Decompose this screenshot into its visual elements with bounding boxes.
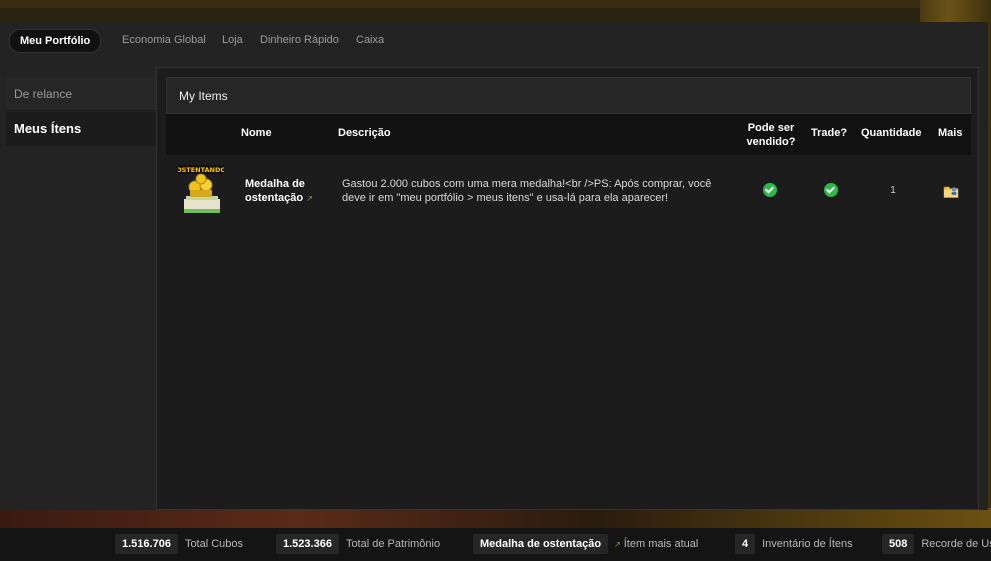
stat-label: Total Cubos [184, 538, 244, 550]
stat-item-mais-atual: Medalha de ostentação ↗ Ítem mais atual [473, 534, 698, 554]
stat-inventario-itens: 4 Inventário de Ítens [735, 534, 853, 554]
column-header-descricao: Descrição [338, 127, 391, 139]
column-header-nome: Nome [241, 127, 272, 139]
column-header-trade: Trade? [811, 127, 848, 139]
top-navigation: Meu Portfólio Economia Global Loja Dinhe… [0, 22, 988, 58]
column-header-quantidade: Quantidade [861, 127, 922, 139]
trade-check-icon [824, 183, 838, 197]
stat-total-cubos: 1.516.706 Total Cubos [115, 534, 243, 554]
nav-tab-dinheiro-rapido[interactable]: Dinheiro Rápido [260, 29, 339, 51]
sellable-check-icon [763, 183, 777, 197]
table-header: Nome Descrição Pode ser vendido? Trade? … [166, 114, 971, 155]
sidebar: De relance Meus Ítens [6, 77, 156, 147]
external-link-icon[interactable]: ↗ [614, 540, 621, 549]
background-top [0, 0, 991, 8]
item-description: Gastou 2.000 cubos com uma mera medalha!… [342, 178, 712, 204]
item-name[interactable]: Medalha de ostentação ↗ [245, 177, 335, 206]
sidebar-item-de-relance[interactable]: De relance [6, 77, 156, 111]
stats-footer: 1.516.706 Total Cubos 1.523.366 Total de P… [0, 528, 991, 561]
stat-value: 508 [882, 534, 915, 554]
external-link-icon[interactable]: ↗ [306, 194, 313, 203]
stat-recorde: 508 Recorde de Us [882, 534, 991, 554]
folder-user-icon[interactable] [943, 184, 959, 198]
column-header-mais: Mais [938, 127, 963, 139]
nav-tab-caixa[interactable]: Caixa [356, 29, 384, 51]
table-row: OSTENTANDO Medalha de ostentação ↗ Gasto… [166, 155, 971, 227]
nav-tab-meu-portfolio[interactable]: Meu Portfólio [9, 29, 102, 53]
nav-tab-loja[interactable]: Loja [222, 29, 243, 51]
column-header-pode-ser-vendido: Pode ser vendido? [746, 122, 796, 148]
stat-value: 1.523.366 [276, 534, 339, 554]
portfolio-window: Meu Portfólio Economia Global Loja Dinhe… [0, 22, 988, 510]
medal-ostentando-icon: OSTENTANDO [178, 165, 224, 213]
sidebar-item-meus-itens[interactable]: Meus Ítens [6, 112, 156, 146]
nav-tab-economia-global[interactable]: Economia Global [122, 29, 206, 51]
item-quantity: 1 [890, 185, 896, 196]
items-table-container: My Items Nome Descrição Pode ser vendido… [166, 77, 971, 477]
stat-value: 1.516.706 [115, 534, 178, 554]
stat-value[interactable]: Medalha de ostentação [473, 534, 609, 554]
panel-title: My Items [166, 77, 971, 114]
item-name-text: Medalha de ostentação [245, 178, 305, 204]
medal-badge-text: OSTENTANDO [178, 166, 224, 174]
stat-value: 4 [735, 534, 756, 554]
stat-total-patrimonio: 1.523.366 Total de Patrimônio [276, 534, 440, 554]
background-bottom [0, 508, 991, 528]
stat-label: Total de Patrimônio [345, 538, 441, 550]
stat-label: Recorde de Us [921, 538, 991, 550]
stat-label: Inventário de Ítens [762, 538, 853, 550]
stat-label: Ítem mais atual [623, 538, 699, 550]
items-panel: My Items Nome Descrição Pode ser vendido… [156, 67, 979, 510]
